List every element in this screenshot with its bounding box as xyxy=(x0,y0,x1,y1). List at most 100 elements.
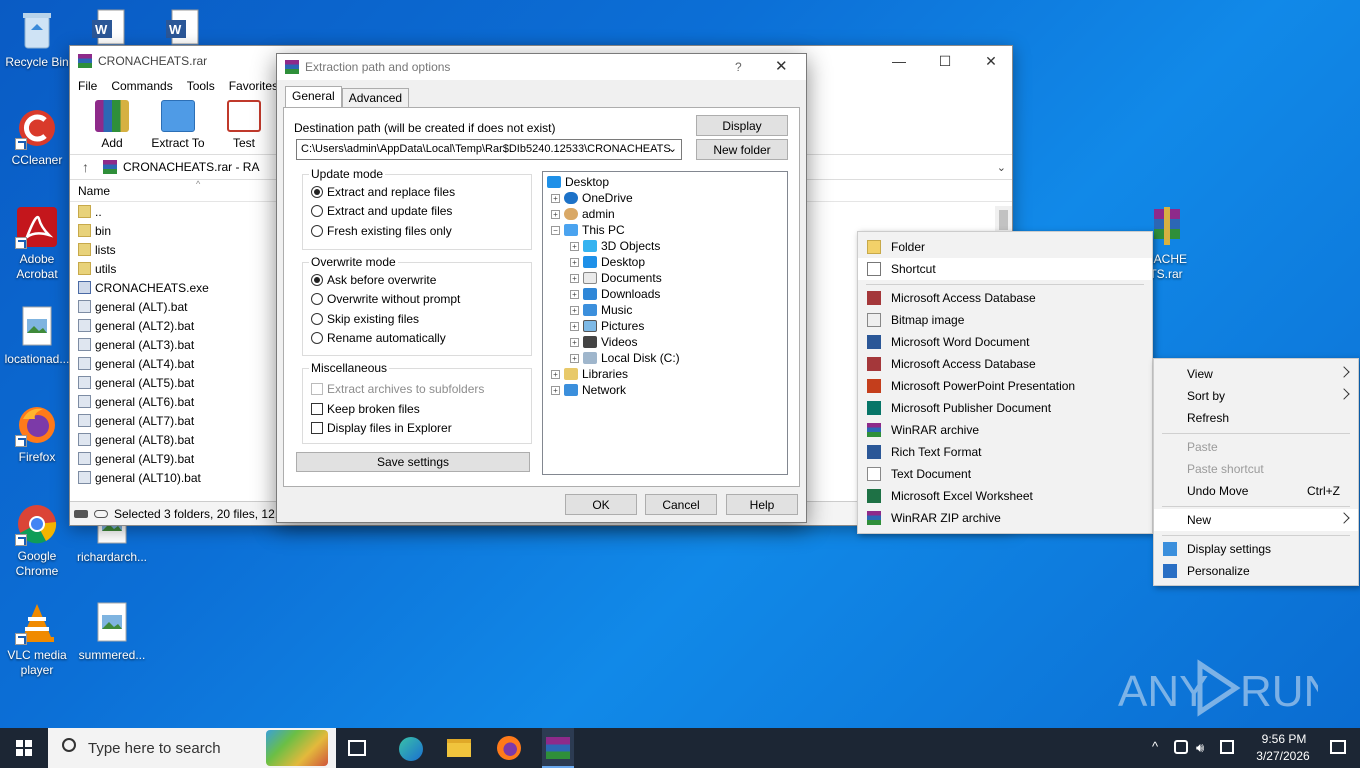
tree-item-downloads[interactable]: + Downloads xyxy=(570,287,660,301)
tree-item-admin[interactable]: + admin xyxy=(551,207,615,221)
tree-item-documents[interactable]: + Documents xyxy=(570,271,662,285)
folder-tree[interactable]: Desktop + OneDrive + admin − This PC +3D Ob… xyxy=(542,171,788,475)
keyboard-icon[interactable] xyxy=(1220,740,1234,754)
checkbox-extract-subfolders[interactable]: Extract archives to subfolders xyxy=(311,382,484,396)
add-button[interactable]: Add xyxy=(84,100,140,150)
tree-item-desktop-pc[interactable]: + Desktop xyxy=(570,255,645,269)
menu-item-sort-by[interactable]: Sort by xyxy=(1154,385,1358,407)
new-folder-button[interactable]: New folder xyxy=(696,139,788,160)
taskbar-search[interactable]: Type here to search xyxy=(48,728,336,768)
desktop-icon-firefox[interactable]: Firefox xyxy=(1,403,73,465)
network-icon[interactable] xyxy=(1174,740,1188,754)
desktop-icon-vlc[interactable]: VLC media player xyxy=(1,601,73,678)
menu-item-shortcut[interactable]: Shortcut xyxy=(858,258,1152,280)
extract-to-button[interactable]: Extract To xyxy=(150,100,206,150)
tree-item-libraries[interactable]: + Libraries xyxy=(551,367,628,381)
menu-item-personalize[interactable]: Personalize xyxy=(1154,560,1358,582)
menu-item-text-document[interactable]: Text Document xyxy=(858,463,1152,485)
tree-item-videos[interactable]: + Videos xyxy=(570,335,637,349)
tree-item-pictures[interactable]: + Pictures xyxy=(570,319,644,333)
help-glyph[interactable]: ? xyxy=(735,60,742,74)
winrar-taskbar-icon[interactable] xyxy=(542,728,574,768)
menu-item-view[interactable]: View xyxy=(1154,363,1358,385)
chevron-up-icon[interactable]: ^ xyxy=(1152,739,1158,754)
maximize-button[interactable]: ☐ xyxy=(922,46,968,76)
menu-item-bitmap[interactable]: Bitmap image xyxy=(858,309,1152,331)
firefox-icon[interactable] xyxy=(497,736,521,760)
clock-date[interactable]: 3/27/2026 xyxy=(1248,749,1318,763)
desktop-icon-locationad[interactable]: locationad... xyxy=(1,305,73,367)
radio-ask-before-overwrite[interactable]: Ask before overwrite xyxy=(311,273,436,287)
volume-icon[interactable]: 🔊︎ xyxy=(1196,740,1204,756)
menu-item-display-settings[interactable]: Display settings xyxy=(1154,538,1358,560)
radio-overwrite-without-prompt[interactable]: Overwrite without prompt xyxy=(311,292,460,306)
close-button[interactable]: ✕ xyxy=(968,46,1014,76)
menu-item-word[interactable]: Microsoft Word Document xyxy=(858,331,1152,353)
checkbox-display-in-explorer[interactable]: Display files in Explorer xyxy=(311,421,452,435)
radio-extract-update[interactable]: Extract and update files xyxy=(311,204,452,218)
tree-item-music[interactable]: + Music xyxy=(570,303,632,317)
tree-item-local-disk[interactable]: + Local Disk (C:) xyxy=(570,351,680,365)
radio-skip-existing[interactable]: Skip existing files xyxy=(311,312,419,326)
menu-commands[interactable]: Commands xyxy=(111,79,172,93)
menu-tools[interactable]: Tools xyxy=(187,79,215,93)
menu-item-winrar-archive[interactable]: WinRAR archive xyxy=(858,419,1152,441)
menu-item-access-db-2[interactable]: Microsoft Access Database xyxy=(858,353,1152,375)
tree-item-desktop[interactable]: Desktop xyxy=(547,175,609,189)
menu-item-refresh[interactable]: Refresh xyxy=(1154,407,1358,429)
word-document-icon[interactable]: W xyxy=(90,8,130,48)
cancel-button[interactable]: Cancel xyxy=(645,494,717,515)
menu-item-paste-shortcut[interactable]: Paste shortcut xyxy=(1154,458,1358,480)
tree-item-3d-objects[interactable]: +3D Objects xyxy=(570,239,660,253)
chevron-down-icon[interactable]: ⌄ xyxy=(997,161,1006,174)
radio-rename-automatically[interactable]: Rename automatically xyxy=(311,331,446,345)
desktop-icon-ccleaner[interactable]: CCleaner xyxy=(1,106,73,168)
notification-icon[interactable] xyxy=(1330,740,1346,754)
help-button[interactable]: Help xyxy=(726,494,798,515)
tab-general[interactable]: General xyxy=(285,86,342,108)
menu-item-publisher[interactable]: Microsoft Publisher Document xyxy=(858,397,1152,419)
radio-fresh-existing[interactable]: Fresh existing files only xyxy=(311,224,452,238)
menu-item-folder[interactable]: Folder xyxy=(858,236,1152,258)
menu-item-powerpoint[interactable]: Microsoft PowerPoint Presentation xyxy=(858,375,1152,397)
start-button[interactable] xyxy=(0,728,48,768)
menu-item-new[interactable]: New xyxy=(1154,509,1358,531)
edge-icon[interactable] xyxy=(399,737,423,761)
tree-item-network[interactable]: + Network xyxy=(551,383,626,397)
test-button[interactable]: Test xyxy=(216,100,272,150)
clipboard-check-icon xyxy=(227,100,261,132)
clock-time[interactable]: 9:56 PM xyxy=(1252,732,1316,746)
menu-item-excel[interactable]: Microsoft Excel Worksheet xyxy=(858,485,1152,507)
file-explorer-icon[interactable] xyxy=(447,739,471,757)
scrollbar-thumb[interactable] xyxy=(999,210,1008,230)
up-arrow-icon[interactable]: ↑ xyxy=(82,159,89,175)
menu-item-undo-move[interactable]: Undo Move Ctrl+Z xyxy=(1154,480,1358,502)
word-document-icon[interactable]: W xyxy=(164,8,204,48)
folder-icon xyxy=(161,100,195,132)
tree-item-this-pc[interactable]: − This PC xyxy=(551,223,625,237)
bitmap-icon xyxy=(867,313,881,327)
minimize-button[interactable]: — xyxy=(876,46,922,76)
menu-item-winrar-zip[interactable]: WinRAR ZIP archive xyxy=(858,507,1152,529)
address-field[interactable]: CRONACHEATS.rar - RA xyxy=(103,160,259,174)
desktop-icon-google-chrome[interactable]: Google Chrome xyxy=(1,502,73,579)
desktop-icon-adobe-acrobat[interactable]: Adobe Acrobat xyxy=(1,205,73,282)
desktop-icon-summered[interactable]: summered... xyxy=(76,601,148,663)
chevron-down-icon[interactable]: ⌄ xyxy=(668,142,677,155)
ok-button[interactable]: OK xyxy=(565,494,637,515)
menu-file[interactable]: File xyxy=(78,79,97,93)
save-settings-button[interactable]: Save settings xyxy=(296,452,530,472)
task-view-icon[interactable] xyxy=(348,740,366,756)
close-icon[interactable]: ✕ xyxy=(775,57,788,75)
radio-extract-replace[interactable]: Extract and replace files xyxy=(311,185,455,199)
tab-advanced[interactable]: Advanced xyxy=(341,88,410,108)
menu-item-paste[interactable]: Paste xyxy=(1154,436,1358,458)
menu-favorites[interactable]: Favorites xyxy=(229,79,278,93)
tree-item-onedrive[interactable]: + OneDrive xyxy=(551,191,633,205)
desktop-icon-recycle-bin[interactable]: Recycle Bin xyxy=(1,8,73,70)
menu-item-access-db[interactable]: Microsoft Access Database xyxy=(858,287,1152,309)
display-button[interactable]: Display xyxy=(696,115,788,136)
checkbox-keep-broken[interactable]: Keep broken files xyxy=(311,402,420,416)
destination-path-combo[interactable]: C:\Users\admin\AppData\Local\Temp\Rar$DI… xyxy=(296,139,682,160)
menu-item-rtf[interactable]: Rich Text Format xyxy=(858,441,1152,463)
